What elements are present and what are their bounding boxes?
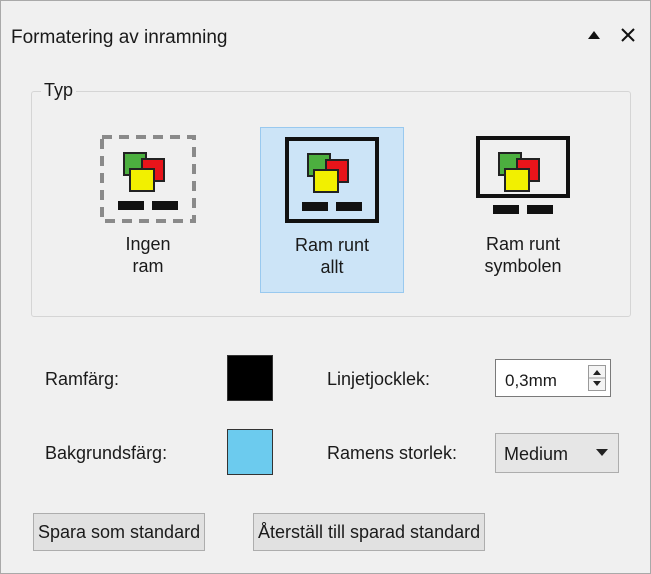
chevron-down-icon: [596, 449, 608, 456]
frame-size-label: Ramens storlek:: [327, 443, 458, 463]
line-thickness-value[interactable]: 0,3mm: [505, 371, 557, 391]
frame-size-value: Medium: [504, 444, 569, 464]
spin-down-icon[interactable]: [593, 381, 601, 386]
line-thickness-label: Linjetjocklek:: [327, 369, 431, 389]
type-option-label: Ram runt symbolen: [484, 234, 562, 276]
background-color-label: Bakgrundsfärg:: [45, 443, 168, 463]
frame-size-dropdown[interactable]: Medium: [495, 433, 619, 473]
collapse-button[interactable]: [581, 21, 607, 49]
frame-format-panel: Formatering av inramning Typ Ingen ram R…: [0, 0, 651, 574]
close-icon: [621, 28, 635, 42]
spinner-arrows[interactable]: [588, 365, 606, 391]
type-group-label: Typ: [41, 80, 77, 101]
type-option-frame-all[interactable]: Ram runt allt: [260, 127, 404, 293]
save-as-default-button[interactable]: Spara som standard: [33, 513, 206, 551]
panel-title: Formatering av inramning: [11, 27, 228, 48]
close-button[interactable]: [615, 21, 641, 49]
restore-default-button[interactable]: Återställ till sparad standard: [253, 513, 486, 551]
type-option-frame-symbol[interactable]: Ram runt symbolen: [453, 127, 593, 293]
frame-symbol-icon: [473, 133, 573, 225]
frame-color-swatch[interactable]: [227, 355, 273, 401]
panel-titlebar: Formatering av inramning: [1, 1, 650, 61]
type-option-label: Ram runt allt: [294, 235, 370, 277]
line-thickness-spinner[interactable]: 0,3mm: [495, 359, 611, 397]
background-color-swatch[interactable]: [227, 429, 273, 475]
frame-all-icon: [282, 134, 382, 226]
collapse-icon: [588, 31, 600, 39]
frame-color-label: Ramfärg:: [45, 369, 120, 389]
no-frame-icon: [98, 133, 198, 225]
type-option-no-frame[interactable]: Ingen ram: [83, 127, 213, 293]
spin-up-icon[interactable]: [593, 370, 601, 375]
type-option-label: Ingen ram: [125, 234, 171, 276]
